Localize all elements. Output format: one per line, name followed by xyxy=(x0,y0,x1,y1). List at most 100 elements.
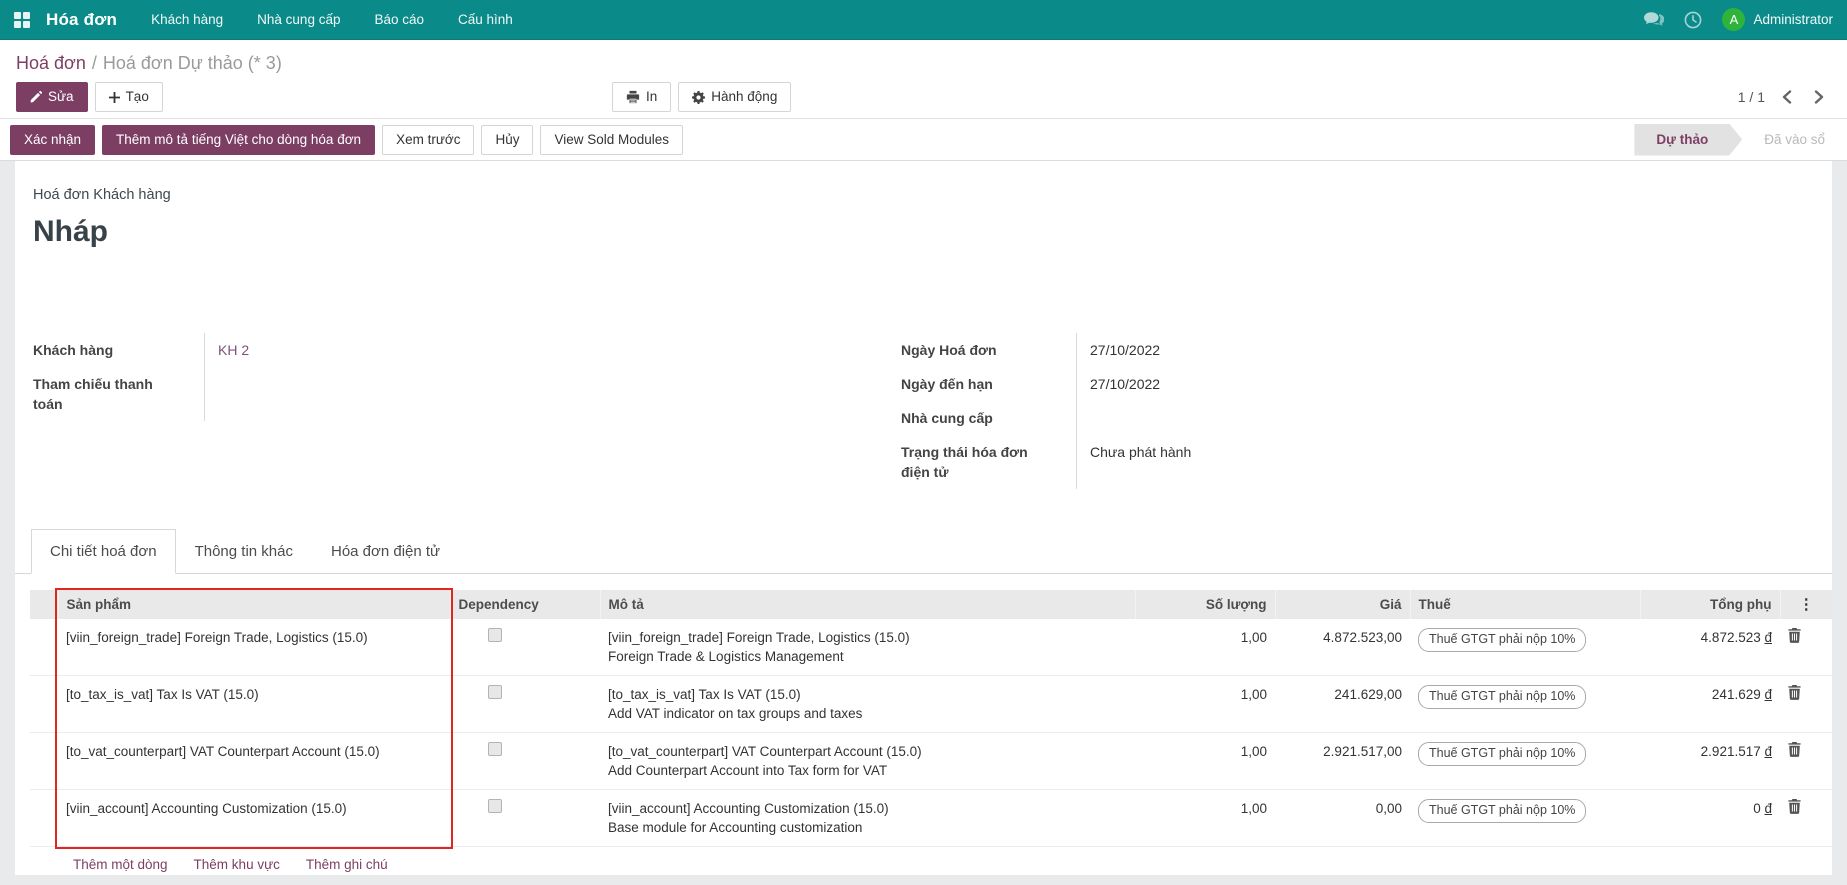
tax-cell[interactable]: Thuế GTGT phải nộp 10% xyxy=(1410,733,1640,790)
price-cell[interactable]: 4.872.523,00 xyxy=(1275,619,1410,676)
action-button[interactable]: Hành động xyxy=(678,82,791,112)
pager-next-button[interactable] xyxy=(1812,88,1827,106)
column-options-header[interactable]: ⋮ xyxy=(1780,590,1832,619)
statusbar-secondary-button[interactable]: Xem trước xyxy=(382,125,474,155)
field-label: Ngày đến hạn xyxy=(901,367,1077,401)
delete-row-button[interactable] xyxy=(1788,628,1801,643)
subtotal-cell: 0 đ xyxy=(1640,790,1780,847)
product-cell[interactable]: [to_vat_counterpart] VAT Counterpart Acc… xyxy=(58,733,450,790)
tax-badge: Thuế GTGT phải nộp 10% xyxy=(1418,628,1586,652)
field-right: Ngày Hoá đơn27/10/2022 xyxy=(901,333,1501,367)
column-header-dependency[interactable]: Dependency xyxy=(450,590,600,619)
description-line-2: Add VAT indicator on tax groups and taxe… xyxy=(608,704,1127,723)
subtotal-cell: 241.629 đ xyxy=(1640,676,1780,733)
edit-button[interactable]: Sửa xyxy=(16,82,88,112)
column-header-thuế[interactable]: Thuế xyxy=(1410,590,1640,619)
gear-icon xyxy=(692,91,705,104)
create-button[interactable]: Tạo xyxy=(95,82,163,112)
subtotal-amount: 241.629 xyxy=(1712,687,1765,702)
dependency-cell xyxy=(450,733,600,790)
description-line-2: Add Counterpart Account into Tax form fo… xyxy=(608,761,1127,780)
tax-cell[interactable]: Thuế GTGT phải nộp 10% xyxy=(1410,790,1640,847)
dependency-checkbox[interactable] xyxy=(488,742,502,756)
tab-hóa-đơn-điện-tử[interactable]: Hóa đơn điện tử xyxy=(312,529,459,574)
subtotal-cell: 2.921.517 đ xyxy=(1640,733,1780,790)
field-label: Khách hàng xyxy=(33,333,205,367)
form-view-background: Hoá đơn Khách hàng Nháp Khách hàngKH 2Th… xyxy=(0,161,1847,885)
user-menu[interactable]: A Administrator xyxy=(1722,8,1833,31)
tax-badge: Thuế GTGT phải nộp 10% xyxy=(1418,799,1586,823)
description-cell[interactable]: [to_tax_is_vat] Tax Is VAT (15.0)Add VAT… xyxy=(600,676,1135,733)
table-row[interactable]: [to_vat_counterpart] VAT Counterpart Acc… xyxy=(30,733,1832,790)
currency-dong-symbol: đ xyxy=(1764,630,1772,645)
description-cell[interactable]: [to_vat_counterpart] VAT Counterpart Acc… xyxy=(600,733,1135,790)
delete-row-button[interactable] xyxy=(1788,799,1801,814)
status-state-inactive[interactable]: Đã vào sổ xyxy=(1742,124,1847,156)
field-right: Nhà cung cấp xyxy=(901,401,1501,435)
line-action-thêm-một-dòng[interactable]: Thêm một dòng xyxy=(73,857,168,872)
line-action-thêm-khu-vực[interactable]: Thêm khu vực xyxy=(194,857,280,872)
form-fields-left: Khách hàngKH 2Tham chiếu thanh toán xyxy=(33,333,673,489)
price-cell[interactable]: 0,00 xyxy=(1275,790,1410,847)
column-options-icon[interactable]: ⋮ xyxy=(1789,596,1825,613)
statusbar-primary-button[interactable]: Xác nhận xyxy=(10,125,95,155)
apps-menu-icon[interactable] xyxy=(14,12,30,28)
row-gutter-cell xyxy=(30,676,58,733)
top-menu-list: Khách hàng Nhà cung cấp Báo cáo Cấu hình xyxy=(151,12,513,27)
dependency-checkbox[interactable] xyxy=(488,799,502,813)
delete-row-button[interactable] xyxy=(1788,742,1801,757)
quantity-cell[interactable]: 1,00 xyxy=(1135,676,1275,733)
row-gutter-cell xyxy=(30,619,58,676)
column-header-sản-phẩm[interactable]: Sản phẩm xyxy=(58,590,450,619)
statusbar-primary-button[interactable]: Thêm mô tả tiếng Việt cho dòng hóa đơn xyxy=(102,125,375,155)
top-menu-báo-cáo[interactable]: Báo cáo xyxy=(374,12,424,27)
line-action-thêm-ghi-chú[interactable]: Thêm ghi chú xyxy=(306,857,388,872)
quantity-cell[interactable]: 1,00 xyxy=(1135,733,1275,790)
product-cell[interactable]: [to_tax_is_vat] Tax Is VAT (15.0) xyxy=(58,676,450,733)
trash-icon xyxy=(1788,799,1801,814)
top-menu-cấu-hình[interactable]: Cấu hình xyxy=(458,12,513,27)
messages-icon[interactable] xyxy=(1644,12,1664,28)
tab-chi-tiết-hoá-đơn[interactable]: Chi tiết hoá đơn xyxy=(31,529,176,574)
breadcrumb-root[interactable]: Hoá đơn xyxy=(16,53,86,73)
tab-thông-tin-khác[interactable]: Thông tin khác xyxy=(176,529,312,574)
column-header-giá[interactable]: Giá xyxy=(1275,590,1410,619)
price-cell[interactable]: 2.921.517,00 xyxy=(1275,733,1410,790)
pager-previous-button[interactable] xyxy=(1779,88,1794,106)
field-right: Ngày đến hạn27/10/2022 xyxy=(901,367,1501,401)
status-state-active[interactable]: Dự thảo xyxy=(1634,124,1742,156)
field-label: Tham chiếu thanh toán xyxy=(33,367,205,421)
quantity-cell[interactable]: 1,00 xyxy=(1135,790,1275,847)
field-value[interactable]: KH 2 xyxy=(205,333,249,367)
statusbar-secondary-button[interactable]: Hủy xyxy=(481,125,533,155)
print-button[interactable]: In xyxy=(612,82,671,112)
activities-clock-icon[interactable] xyxy=(1684,11,1702,29)
breadcrumb-current: Hoá đơn Dự thảo (* 3) xyxy=(103,53,282,73)
description-cell[interactable]: [viin_foreign_trade] Foreign Trade, Logi… xyxy=(600,619,1135,676)
product-cell[interactable]: [viin_account] Accounting Customization … xyxy=(58,790,450,847)
column-header-số-lượng[interactable]: Số lượng xyxy=(1135,590,1275,619)
table-row[interactable]: [to_tax_is_vat] Tax Is VAT (15.0) [to_tax… xyxy=(30,676,1832,733)
column-header-mô-tả[interactable]: Mô tả xyxy=(600,590,1135,619)
delete-row-button[interactable] xyxy=(1788,685,1801,700)
invoice-form-sheet: Hoá đơn Khách hàng Nháp Khách hàngKH 2Th… xyxy=(15,161,1832,875)
app-title[interactable]: Hóa đơn xyxy=(46,10,117,30)
quantity-cell[interactable]: 1,00 xyxy=(1135,619,1275,676)
product-cell[interactable]: [viin_foreign_trade] Foreign Trade, Logi… xyxy=(58,619,450,676)
delete-cell xyxy=(1780,676,1832,733)
top-menu-khách-hàng[interactable]: Khách hàng xyxy=(151,12,223,27)
price-cell[interactable]: 241.629,00 xyxy=(1275,676,1410,733)
table-row[interactable]: [viin_foreign_trade] Foreign Trade, Logi… xyxy=(30,619,1832,676)
table-row[interactable]: [viin_account] Accounting Customization … xyxy=(30,790,1832,847)
statusbar-secondary-button[interactable]: View Sold Modules xyxy=(540,125,683,155)
subtotal-cell: 4.872.523 đ xyxy=(1640,619,1780,676)
top-menu-nhà-cung-cấp[interactable]: Nhà cung cấp xyxy=(257,12,340,27)
column-header-tổng-phụ[interactable]: Tổng phụ xyxy=(1640,590,1780,619)
dependency-checkbox[interactable] xyxy=(488,685,502,699)
dependency-checkbox[interactable] xyxy=(488,628,502,642)
field-label: Ngày Hoá đơn xyxy=(901,333,1077,367)
tax-cell[interactable]: Thuế GTGT phải nộp 10% xyxy=(1410,619,1640,676)
description-cell[interactable]: [viin_account] Accounting Customization … xyxy=(600,790,1135,847)
pencil-icon xyxy=(30,91,42,103)
tax-cell[interactable]: Thuế GTGT phải nộp 10% xyxy=(1410,676,1640,733)
